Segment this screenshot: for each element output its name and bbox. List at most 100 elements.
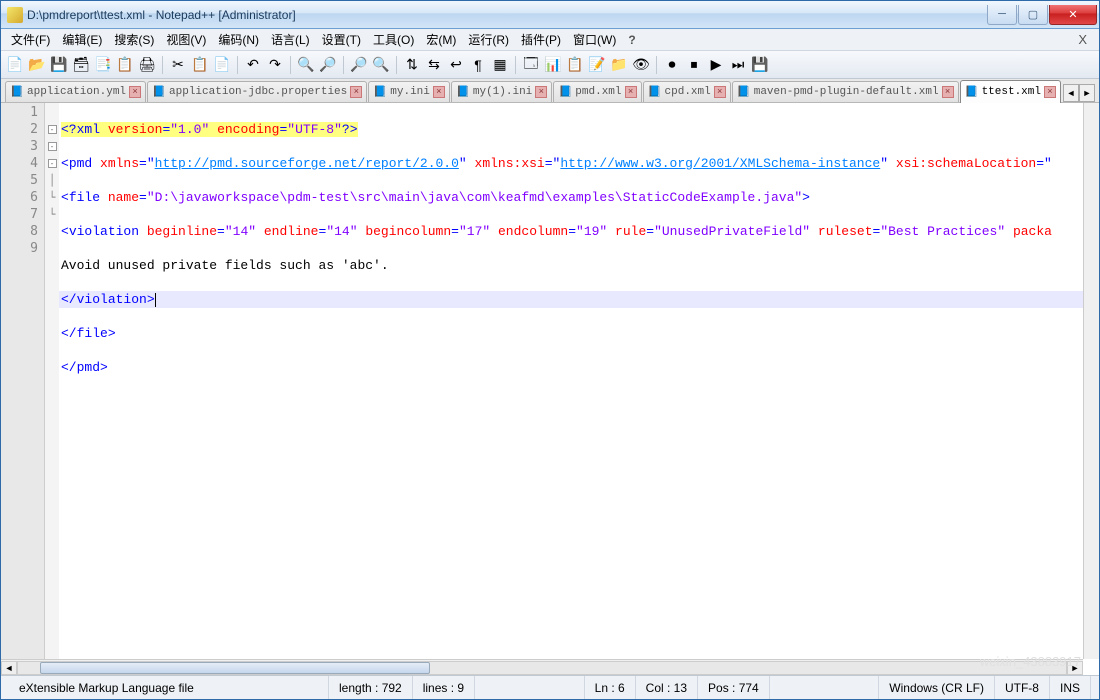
save-macro-icon[interactable]: 💾 — [750, 55, 770, 75]
tab-cpd-xml[interactable]: 📘cpd.xml× — [643, 81, 731, 102]
open-file-icon[interactable]: 📂 — [27, 55, 47, 75]
tab-close-icon[interactable]: × — [714, 86, 726, 98]
code-line[interactable]: <?xml version="1.0" encoding="UTF-8"?> — [59, 121, 1099, 138]
fold-toggle-icon[interactable]: - — [48, 159, 57, 168]
fold-toggle-icon[interactable]: - — [48, 125, 57, 134]
close-button[interactable]: ✕ — [1049, 5, 1097, 25]
replace-icon[interactable]: 🔎 — [318, 55, 338, 75]
status-insert-mode[interactable]: INS — [1050, 676, 1091, 699]
new-file-icon[interactable]: 📄 — [5, 55, 25, 75]
find-icon[interactable]: 🔍 — [296, 55, 316, 75]
indent-guide-icon[interactable]: ▦ — [490, 55, 510, 75]
tab-close-icon[interactable]: × — [1044, 86, 1056, 98]
menu-macro[interactable]: 宏(M) — [420, 29, 462, 50]
status-lines: lines : 9 — [413, 676, 475, 699]
redo-icon[interactable]: ↷ — [265, 55, 285, 75]
save-icon[interactable]: 💾 — [49, 55, 69, 75]
menu-encoding[interactable]: 编码(N) — [212, 29, 265, 50]
monitor-icon[interactable]: 👁 — [631, 55, 651, 75]
menu-edit[interactable]: 编辑(E) — [56, 29, 108, 50]
tab-close-icon[interactable]: × — [350, 86, 362, 98]
zoom-out-icon[interactable]: 🔍 — [371, 55, 391, 75]
save-all-icon[interactable]: 🗃 — [71, 55, 91, 75]
maximize-button[interactable]: ▢ — [1018, 5, 1048, 25]
tab-scroll-left-icon[interactable]: ◄ — [1063, 84, 1079, 102]
editor-area[interactable]: 1 2 3 4 5 6 7 8 9 - - - │ └ └ <?xml vers… — [1, 103, 1099, 659]
minimize-button[interactable]: ─ — [987, 5, 1017, 25]
menu-close-x[interactable]: X — [1072, 30, 1095, 49]
copy-icon[interactable]: 📋 — [190, 55, 210, 75]
tab-my1-ini[interactable]: 📘my(1).ini× — [451, 81, 552, 102]
menu-settings[interactable]: 设置(T) — [316, 29, 367, 50]
tab-application-yml[interactable]: 📘application.yml× — [5, 81, 146, 102]
tab-my-ini[interactable]: 📘my.ini× — [368, 81, 450, 102]
separator — [237, 56, 238, 74]
stop-icon[interactable]: ⏹ — [684, 55, 704, 75]
print-icon[interactable]: 🖨 — [137, 55, 157, 75]
tab-label: application.yml — [27, 86, 126, 98]
zoom-in-icon[interactable]: 🔎 — [349, 55, 369, 75]
wrap-icon[interactable]: ↩ — [446, 55, 466, 75]
scroll-left-icon[interactable]: ◄ — [1, 661, 17, 675]
tab-close-icon[interactable]: × — [625, 86, 637, 98]
code-line[interactable]: </file> — [59, 325, 1099, 342]
doc-map-icon[interactable]: 📊 — [543, 55, 563, 75]
menu-language[interactable]: 语言(L) — [265, 29, 316, 50]
status-eol[interactable]: Windows (CR LF) — [879, 676, 995, 699]
play-multi-icon[interactable]: ⏭ — [728, 55, 748, 75]
menu-plugins[interactable]: 插件(P) — [515, 29, 567, 50]
title-bar: D:\pmdreport\ttest.xml - Notepad++ [Admi… — [1, 1, 1099, 29]
tab-close-icon[interactable]: × — [535, 86, 547, 98]
play-icon[interactable]: ▶ — [706, 55, 726, 75]
code-line[interactable]: <file name="D:\javaworkspace\pdm-test\sr… — [59, 189, 1099, 206]
close-file-icon[interactable]: 📑 — [93, 55, 113, 75]
vertical-scrollbar[interactable] — [1083, 103, 1099, 659]
tab-pmd-xml[interactable]: 📘pmd.xml× — [553, 81, 641, 102]
sync-h-icon[interactable]: ⇆ — [424, 55, 444, 75]
menu-run[interactable]: 运行(R) — [462, 29, 515, 50]
menu-help[interactable]: ? — [622, 31, 641, 49]
doc-list-icon[interactable]: 📋 — [565, 55, 585, 75]
status-encoding[interactable]: UTF-8 — [995, 676, 1050, 699]
close-all-icon[interactable]: 📋 — [115, 55, 135, 75]
code-line[interactable]: </pmd> — [59, 359, 1099, 376]
menu-search[interactable]: 搜索(S) — [108, 29, 160, 50]
menu-file[interactable]: 文件(F) — [5, 29, 56, 50]
tab-ttest-xml[interactable]: 📘ttest.xml× — [960, 80, 1061, 103]
show-all-icon[interactable]: ¶ — [468, 55, 488, 75]
menu-view[interactable]: 视图(V) — [160, 29, 212, 50]
scrollbar-thumb[interactable] — [40, 662, 430, 674]
line-number: 6 — [1, 189, 38, 206]
code-line[interactable]: Avoid unused private fields such as 'abc… — [59, 257, 1099, 274]
record-icon[interactable]: ⏺ — [662, 55, 682, 75]
status-col: Col : 13 — [636, 676, 698, 699]
func-list-icon[interactable]: 📝 — [587, 55, 607, 75]
tab-close-icon[interactable]: × — [129, 86, 141, 98]
menu-tools[interactable]: 工具(O) — [367, 29, 420, 50]
udl-icon[interactable]: 🗔 — [521, 55, 541, 75]
horizontal-scrollbar[interactable]: ◄ ► — [1, 659, 1083, 675]
tab-close-icon[interactable]: × — [942, 86, 954, 98]
separator — [396, 56, 397, 74]
scrollbar-track[interactable] — [17, 661, 1067, 675]
tab-bar: 📘application.yml× 📘application-jdbc.prop… — [1, 79, 1099, 103]
folder-icon[interactable]: 📁 — [609, 55, 629, 75]
tab-close-icon[interactable]: × — [433, 86, 445, 98]
code-area[interactable]: <?xml version="1.0" encoding="UTF-8"?> <… — [59, 103, 1099, 659]
sync-v-icon[interactable]: ⇅ — [402, 55, 422, 75]
code-line[interactable] — [59, 393, 1099, 410]
scroll-right-icon[interactable]: ► — [1067, 661, 1083, 675]
fold-toggle-icon[interactable]: - — [48, 142, 57, 151]
code-line[interactable]: <violation beginline="14" endline="14" b… — [59, 223, 1099, 240]
tab-maven-pmd-plugin[interactable]: 📘maven-pmd-plugin-default.xml× — [732, 81, 959, 102]
menu-window[interactable]: 窗口(W) — [567, 29, 622, 50]
code-line[interactable]: <pmd xmlns="http://pmd.sourceforge.net/r… — [59, 155, 1099, 172]
status-language: eXtensible Markup Language file — [9, 676, 329, 699]
file-icon: 📘 — [648, 85, 662, 99]
cut-icon[interactable]: ✂ — [168, 55, 188, 75]
tab-application-jdbc[interactable]: 📘application-jdbc.properties× — [147, 81, 367, 102]
undo-icon[interactable]: ↶ — [243, 55, 263, 75]
paste-icon[interactable]: 📄 — [212, 55, 232, 75]
code-line-current[interactable]: </violation> — [59, 291, 1099, 308]
tab-scroll-right-icon[interactable]: ► — [1079, 84, 1095, 102]
